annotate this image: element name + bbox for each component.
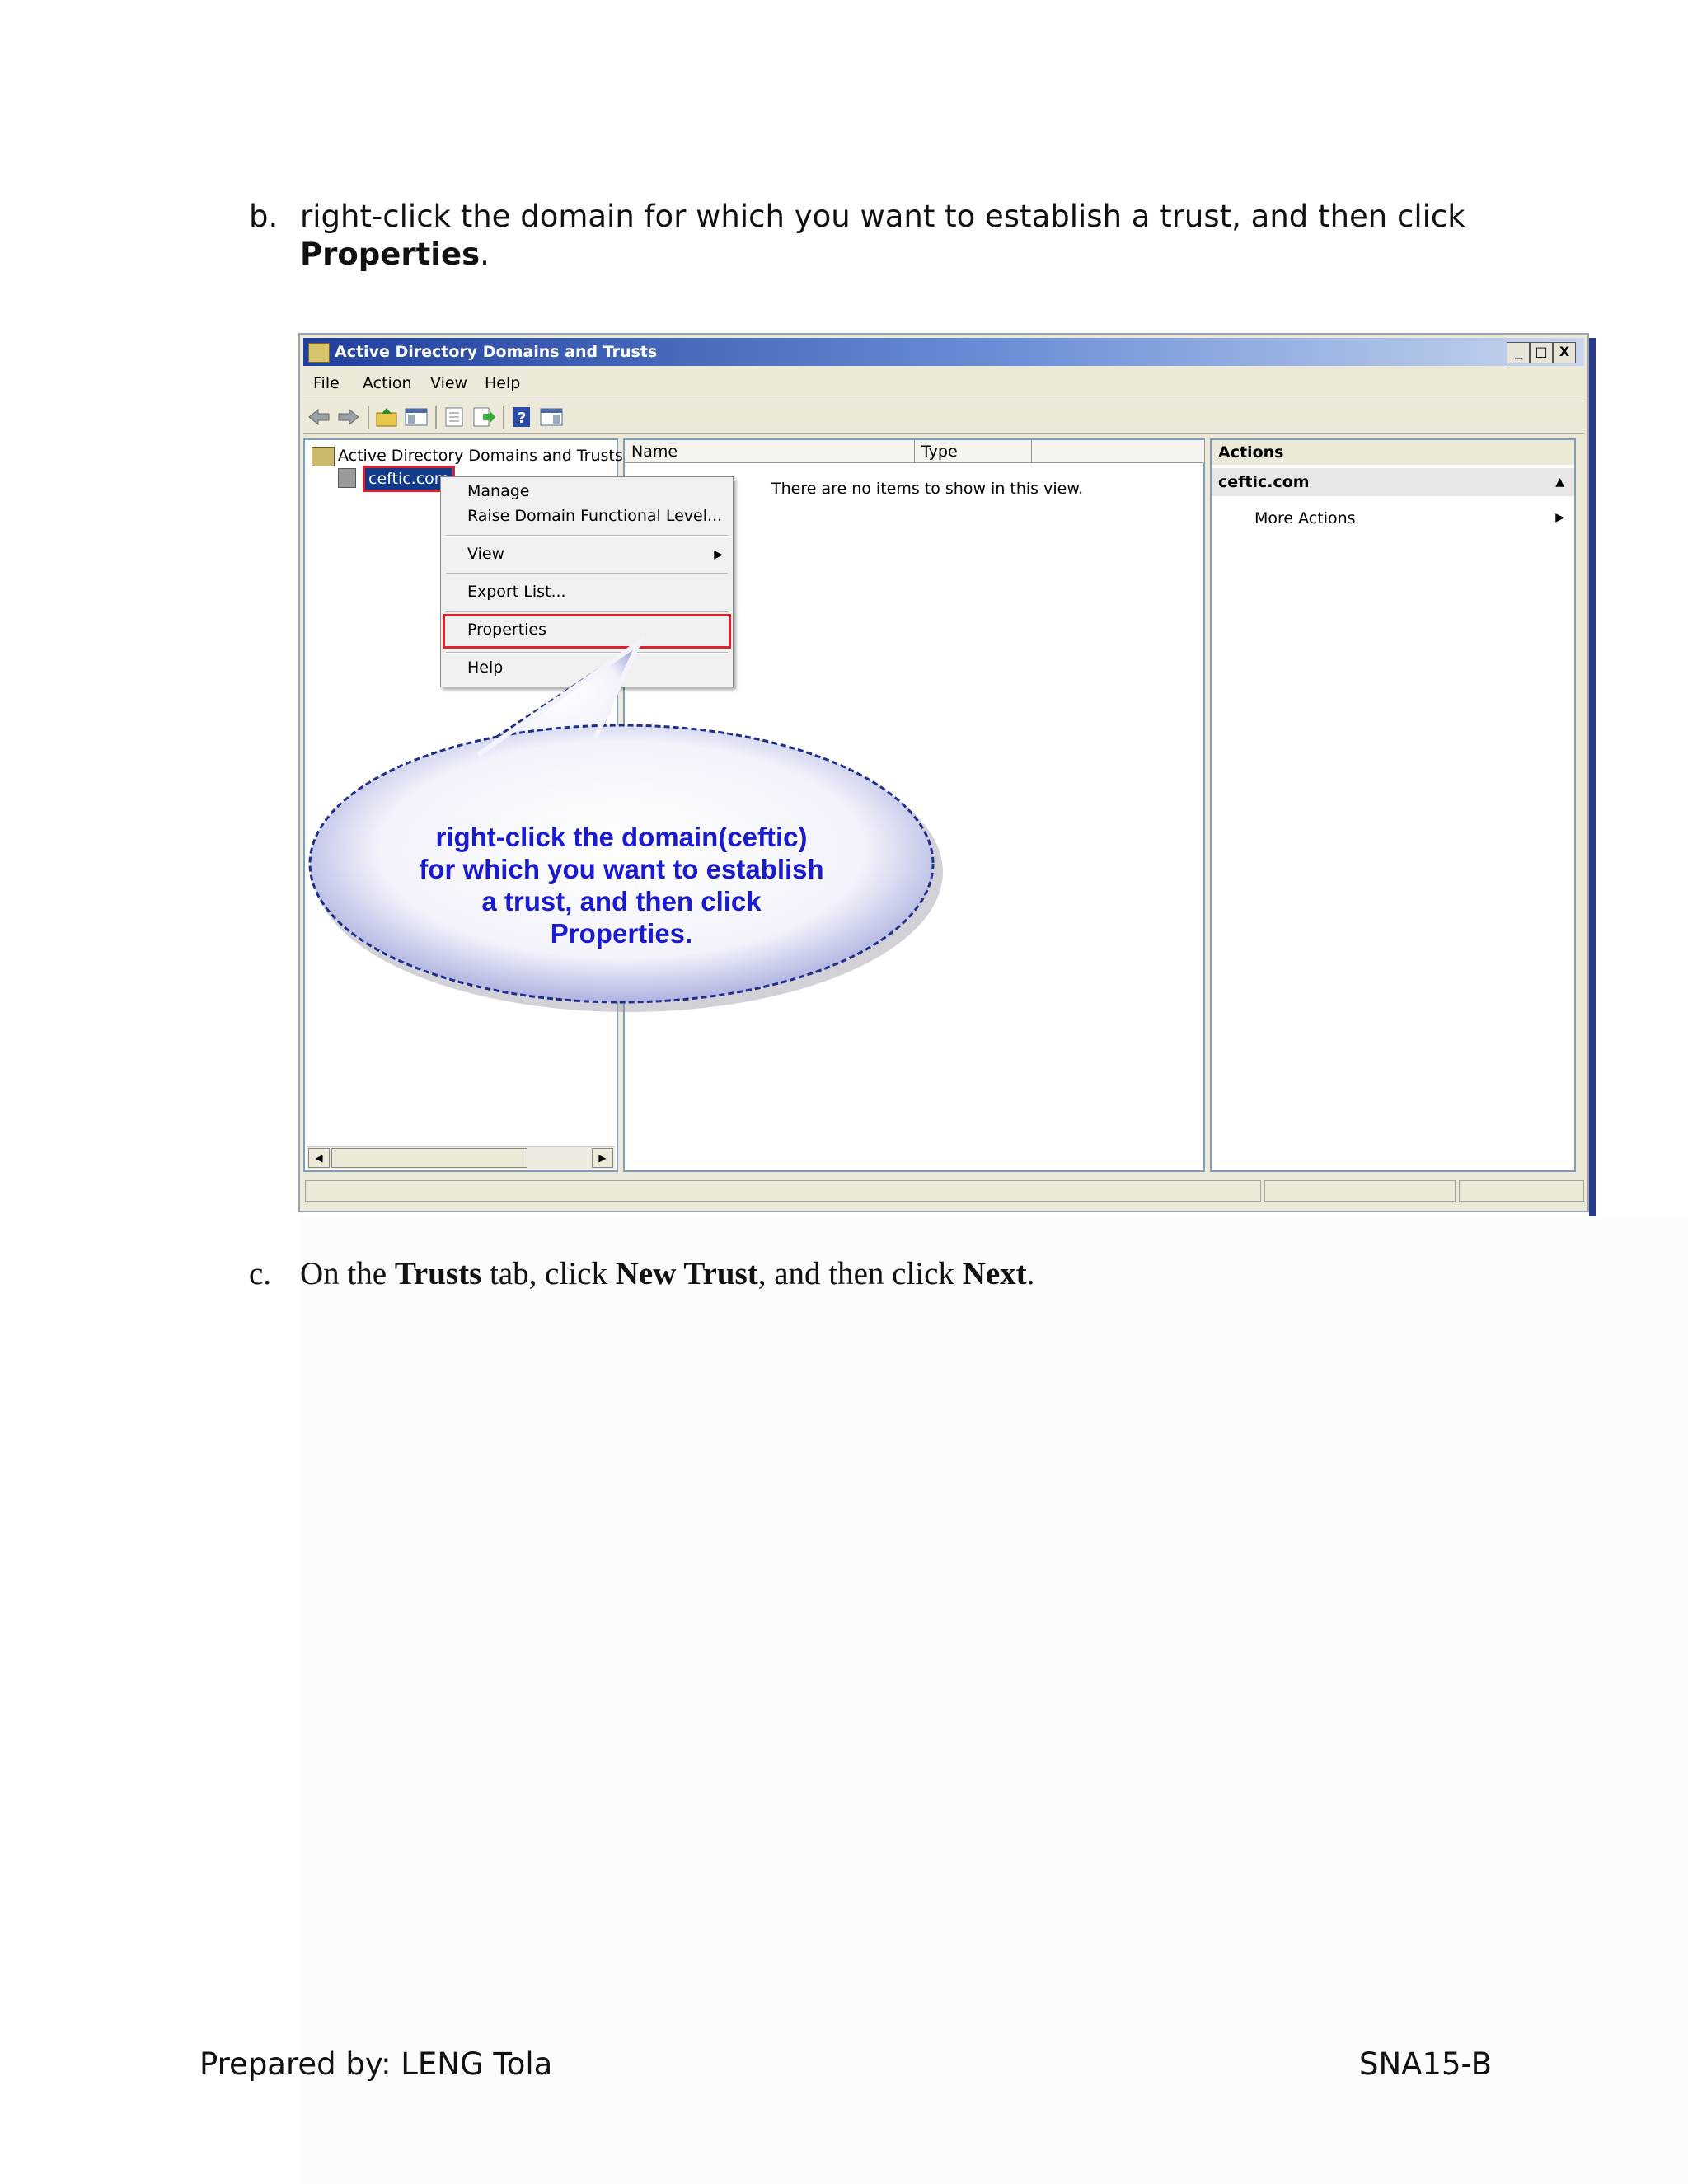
column-header-type[interactable]: Type	[915, 440, 1032, 463]
properties-icon[interactable]	[442, 406, 467, 428]
status-panel	[1264, 1180, 1456, 1202]
status-panel	[1459, 1180, 1584, 1202]
submenu-arrow-icon: ▶	[714, 548, 723, 561]
step-c-new-trust: New Trust	[615, 1256, 758, 1291]
menu-help[interactable]: Help	[485, 374, 520, 392]
properties-highlight-box	[443, 614, 731, 649]
collapse-icon[interactable]: ▲	[1555, 468, 1564, 496]
domain-icon	[338, 468, 356, 488]
ad-domains-trusts-window: Active Directory Domains and Trusts _ □ …	[298, 333, 1596, 1216]
actions-section-label: ceftic.com	[1218, 473, 1310, 491]
submenu-arrow-icon: ▶	[1555, 511, 1564, 524]
window-title: Active Directory Domains and Trusts	[335, 343, 658, 361]
toolbar-separator	[503, 406, 504, 429]
menu-file[interactable]: File	[313, 374, 340, 392]
export-icon[interactable]	[471, 406, 496, 428]
toolbar-separator	[368, 406, 369, 429]
app-icon	[308, 343, 330, 363]
minimize-button[interactable]: _	[1507, 342, 1530, 363]
tree-root[interactable]: Active Directory Domains and Trusts [I	[338, 447, 639, 465]
back-icon[interactable]	[307, 406, 331, 428]
ctx-raise-domain-level[interactable]: Raise Domain Functional Level...	[467, 507, 722, 525]
window-titlebar[interactable]: Active Directory Domains and Trusts _ □ …	[303, 338, 1584, 366]
step-c: c. On the Trusts tab, click New Trust, a…	[249, 1255, 1034, 1293]
empty-view-message: There are no items to show in this view.	[771, 480, 1084, 498]
menu-bar: File Action View Help	[303, 369, 1584, 397]
step-c-text: On the Trusts tab, click New Trust, and …	[300, 1255, 1034, 1293]
help-icon[interactable]: ?	[509, 406, 534, 428]
step-c-part4: .	[1026, 1256, 1035, 1291]
footer-author: Prepared by: LENG Tola	[199, 2046, 553, 2082]
show-hide-action-pane-icon[interactable]	[539, 406, 564, 428]
scroll-left-icon[interactable]: ◀	[308, 1148, 330, 1168]
ctx-export-list[interactable]: Export List...	[467, 583, 566, 601]
toolbar: ?	[303, 401, 1584, 434]
toolbar-separator	[435, 406, 437, 429]
step-b-bold: Properties	[300, 237, 481, 272]
callout-text: right-click the domain(ceftic) for which…	[419, 822, 824, 949]
context-menu: Manage Raise Domain Functional Level... …	[440, 476, 734, 687]
step-b-text: right-click the domain for which you wan…	[300, 198, 1536, 274]
step-c-letter: c.	[249, 1256, 272, 1291]
menu-separator	[446, 535, 728, 537]
actions-pane: Actions ceftic.com ▲ More Actions ▶	[1210, 438, 1576, 1172]
step-b-period: .	[480, 237, 490, 272]
ctx-view[interactable]: View	[467, 545, 504, 563]
menu-view[interactable]: View	[430, 374, 467, 392]
menu-separator	[446, 573, 728, 574]
menu-separator	[446, 611, 728, 612]
step-b-letter: b.	[249, 199, 279, 234]
column-header-blank[interactable]	[1032, 440, 1205, 463]
scroll-thumb[interactable]	[331, 1148, 528, 1168]
footer-course-code: SNA15-B	[1359, 2046, 1492, 2082]
forward-icon[interactable]	[336, 406, 361, 428]
actions-header: Actions	[1212, 440, 1574, 465]
actions-section[interactable]: ceftic.com ▲	[1212, 468, 1574, 496]
show-hide-tree-icon[interactable]	[404, 406, 429, 428]
scroll-right-icon[interactable]: ▶	[592, 1148, 613, 1168]
tree-horizontal-scrollbar[interactable]: ◀ ▶	[307, 1146, 615, 1169]
ad-domains-trusts-icon	[312, 447, 335, 466]
step-c-part2: tab, click	[481, 1256, 616, 1291]
step-c-part3: , and then click	[757, 1256, 963, 1291]
menu-separator	[446, 652, 728, 654]
more-actions[interactable]: More Actions	[1254, 509, 1356, 527]
ctx-manage[interactable]: Manage	[467, 482, 529, 500]
status-bar	[303, 1179, 1584, 1203]
page-shade	[301, 1216, 1688, 2184]
close-button[interactable]: X	[1553, 342, 1576, 363]
maximize-button[interactable]: □	[1530, 342, 1553, 363]
step-c-part1: On the	[300, 1256, 395, 1291]
ctx-help[interactable]: Help	[467, 658, 503, 677]
step-c-trusts: Trusts	[394, 1256, 482, 1291]
up-folder-icon[interactable]	[374, 406, 399, 428]
svg-text:?: ?	[518, 410, 526, 427]
step-b-main-text: right-click the domain for which you wan…	[300, 199, 1465, 234]
column-header-name[interactable]: Name	[625, 440, 915, 463]
status-panel	[305, 1180, 1261, 1202]
step-c-next: Next	[962, 1256, 1027, 1291]
menu-action[interactable]: Action	[363, 374, 412, 392]
